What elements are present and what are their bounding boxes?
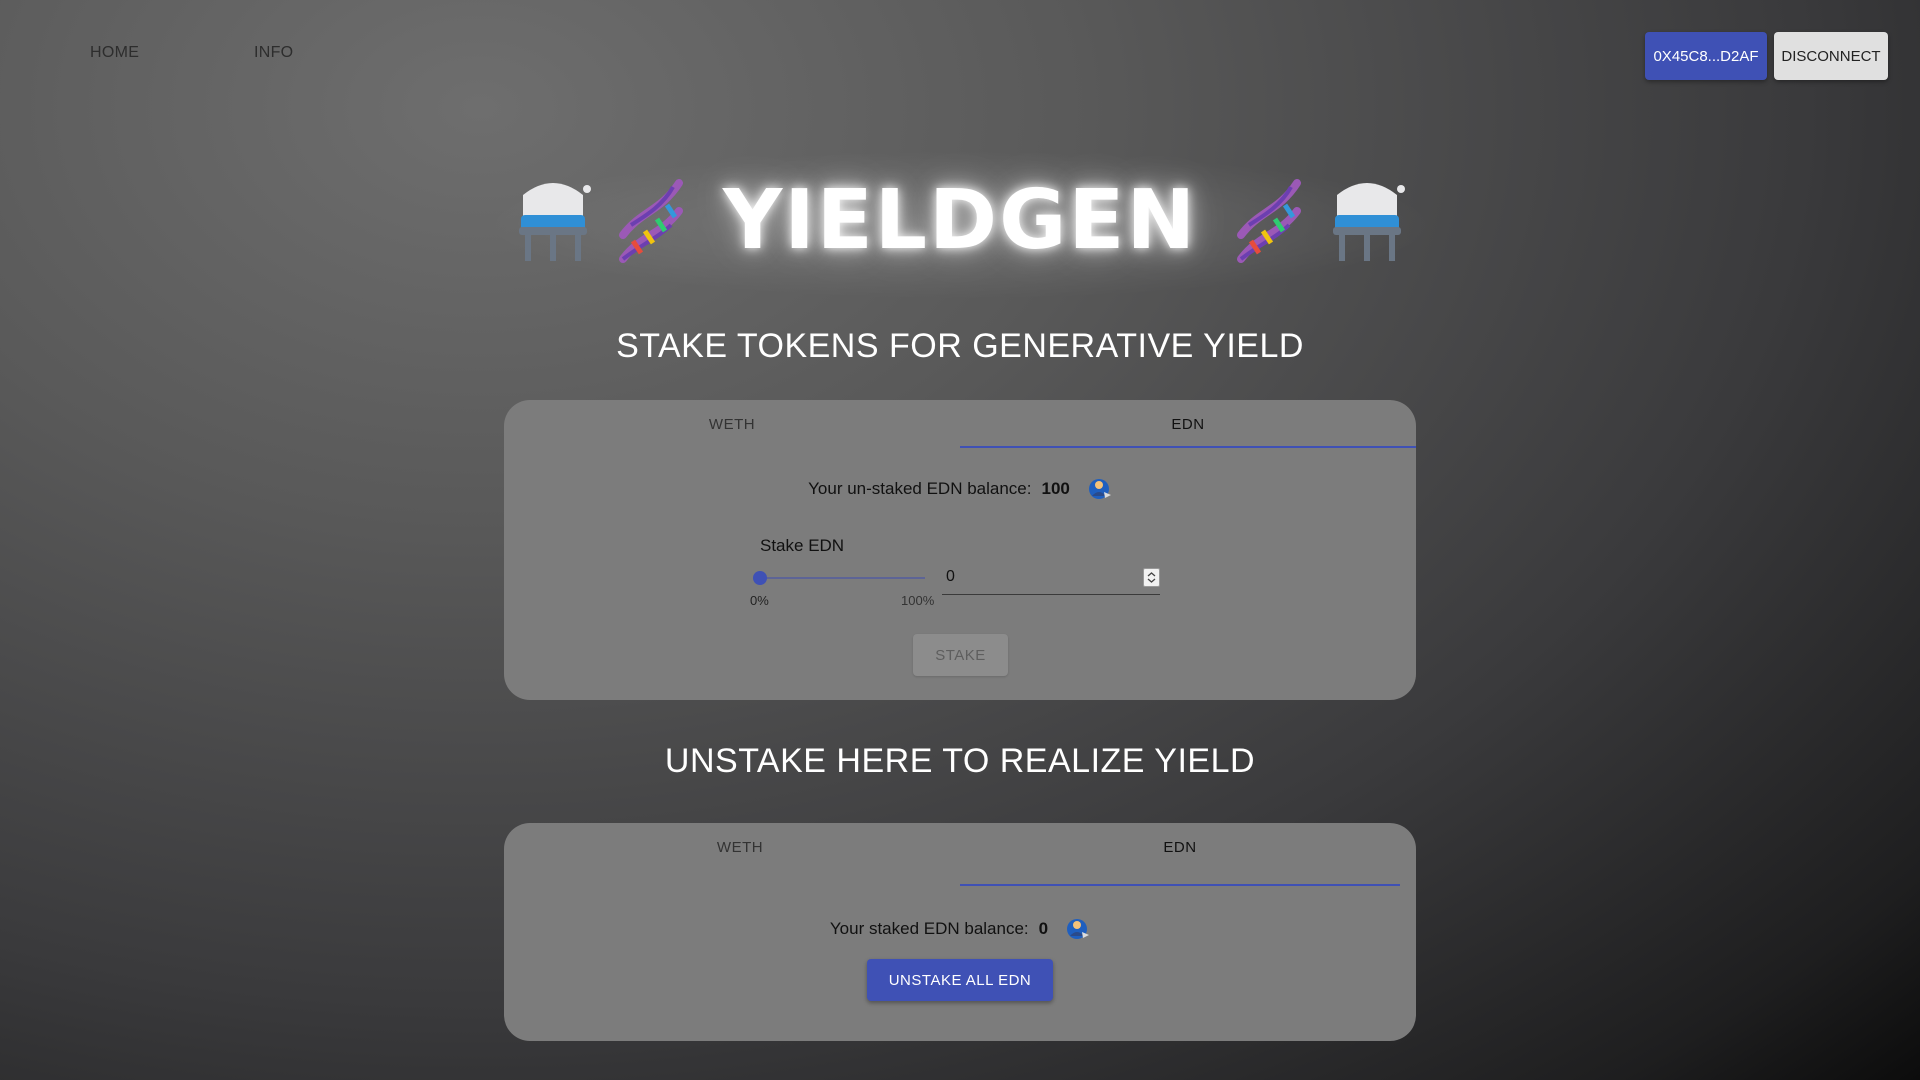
flask-icon [1333,183,1406,261]
wallet-address-button[interactable]: 0X45C8...D2AF [1645,32,1767,80]
stake-slider-track[interactable] [760,577,925,579]
nav-home-link[interactable]: HOME [90,44,139,62]
stake-heading: STAKE TOKENS FOR GENERATIVE YIELD [616,327,1304,365]
stake-amount-input[interactable] [942,562,1132,592]
stake-card: WETH EDN Your un-staked EDN balance: 100… [504,400,1416,700]
stake-button[interactable]: STAKE [913,634,1008,676]
stake-amount-field[interactable] [942,562,1160,595]
slider-max-label: 100% [901,593,935,608]
staked-balance: Your staked EDN balance: 0 [504,916,1416,942]
logo-title: YIELDGEN [722,172,1198,268]
unstaked-balance: Your un-staked EDN balance: 100 [504,476,1416,502]
unstake-heading: UNSTAKE HERE TO REALIZE YIELD [664,742,1256,780]
tab-edn[interactable]: EDN [960,400,1416,448]
disconnect-button[interactable]: DISCONNECT [1774,32,1888,80]
tab-indicator [960,884,1400,886]
nav-info-link[interactable]: INFO [254,44,293,62]
unstake-card: WETH EDN Your staked EDN balance: 0 UNST… [504,823,1416,1041]
stake-label: Stake EDN [760,536,845,555]
tab-weth[interactable]: WETH [504,823,976,871]
coin-icon [1067,919,1090,939]
stake-slider-thumb[interactable] [753,571,767,585]
tab-weth[interactable]: WETH [504,400,960,448]
tab-edn[interactable]: EDN [960,823,1400,871]
dna-icon [1237,179,1302,263]
logo: YIELDGEN [0,160,1920,280]
balance-label: Your un-staked EDN balance: [808,479,1032,498]
balance-value: 100 [1041,479,1070,498]
dna-icon [618,179,683,263]
chevron-updown-icon [1147,572,1156,583]
flask-icon [518,183,591,261]
tab-indicator [960,446,1416,448]
balance-label: Your staked EDN balance: [829,919,1029,938]
unstake-all-button[interactable]: UNSTAKE ALL EDN [867,959,1053,1001]
amount-stepper[interactable] [1143,568,1160,587]
balance-value: 0 [1038,919,1049,938]
coin-icon [1088,479,1111,499]
slider-min-label: 0% [750,593,769,608]
